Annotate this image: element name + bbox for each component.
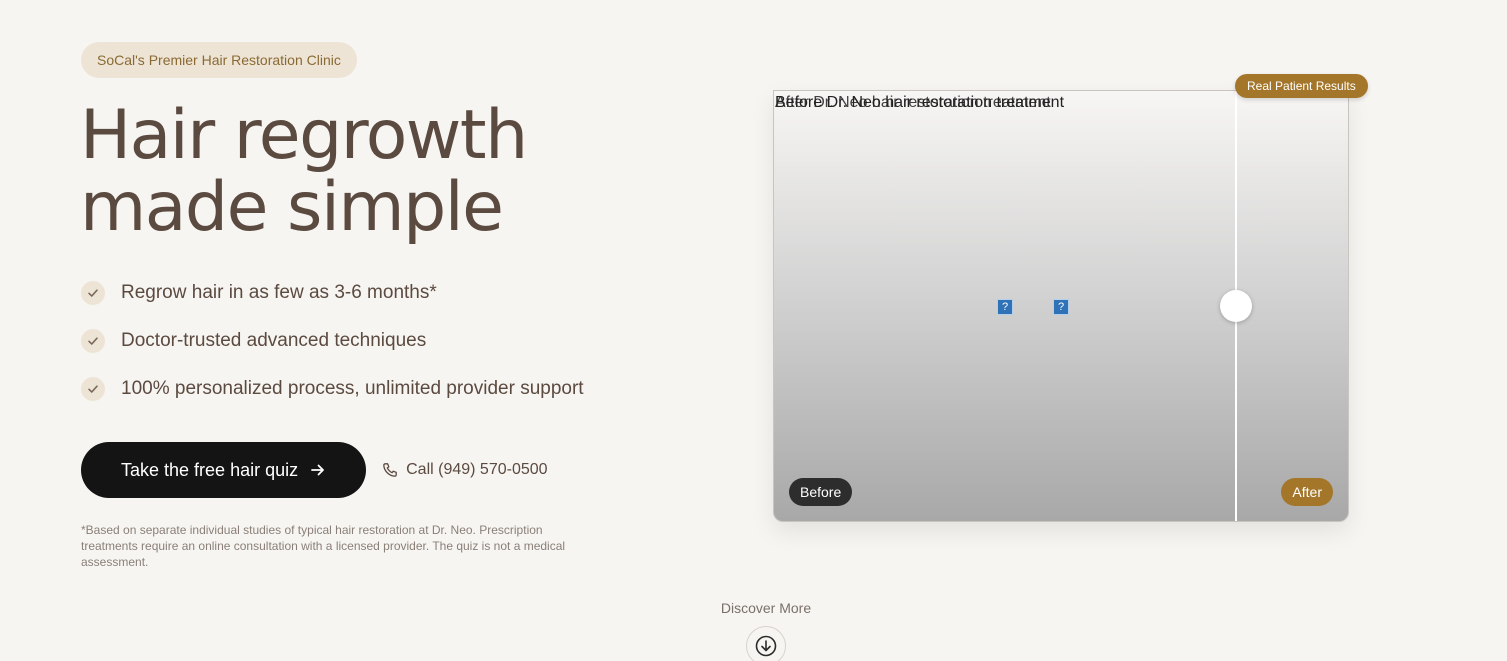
after-label: After — [1281, 478, 1333, 506]
slider-handle[interactable] — [1220, 290, 1252, 322]
headline-line-1: Hair regrowth — [80, 96, 528, 175]
call-phone-link[interactable]: Call (949) 570-0500 — [382, 461, 548, 479]
disclaimer: *Based on separate individual studies of… — [81, 523, 566, 569]
clinic-badge: SoCal's Premier Hair Restoration Clinic — [81, 42, 357, 78]
before-label: Before — [789, 478, 853, 506]
discover-more-label: Discover More — [720, 600, 812, 616]
check-icon — [81, 329, 105, 353]
feature-text: 100% personalized process, unlimited pro… — [121, 378, 584, 399]
broken-image-icon: ? — [997, 299, 1013, 315]
headline-line-2: made simple — [80, 168, 504, 247]
after-image-alt: After Dr. Neo hair restoration treatment — [775, 94, 1051, 111]
feature-list: Regrow hair in as few as 3-6 months* Doc… — [81, 276, 584, 420]
check-icon — [81, 377, 105, 401]
hero-section: SoCal's Premier Hair Restoration Clinic … — [0, 0, 1507, 661]
feature-item: Doctor-trusted advanced techniques — [81, 324, 584, 358]
discover-more-button[interactable] — [746, 626, 786, 661]
take-quiz-label: Take the free hair quiz — [121, 459, 299, 480]
cta-row: Take the free hair quiz Call (949) 570-0… — [81, 442, 548, 498]
feature-text: Doctor-trusted advanced techniques — [121, 330, 427, 351]
take-quiz-button[interactable]: Take the free hair quiz — [81, 442, 367, 498]
feature-item: Regrow hair in as few as 3-6 months* — [81, 276, 584, 310]
arrow-down-circle-icon — [755, 635, 777, 657]
phone-icon — [382, 462, 398, 478]
before-after-slider[interactable]: Before Dr. Neo hair restoration treatmen… — [773, 90, 1349, 522]
feature-item: 100% personalized process, unlimited pro… — [81, 372, 584, 406]
arrow-right-icon — [310, 462, 326, 478]
broken-image-icon: ? — [1053, 299, 1069, 315]
page-title: Hair regrowth made simple — [80, 100, 680, 244]
results-badge: Real Patient Results — [1235, 74, 1368, 98]
check-icon — [81, 281, 105, 305]
feature-text: Regrow hair in as few as 3-6 months* — [121, 282, 437, 303]
phone-label: Call (949) 570-0500 — [406, 461, 548, 478]
